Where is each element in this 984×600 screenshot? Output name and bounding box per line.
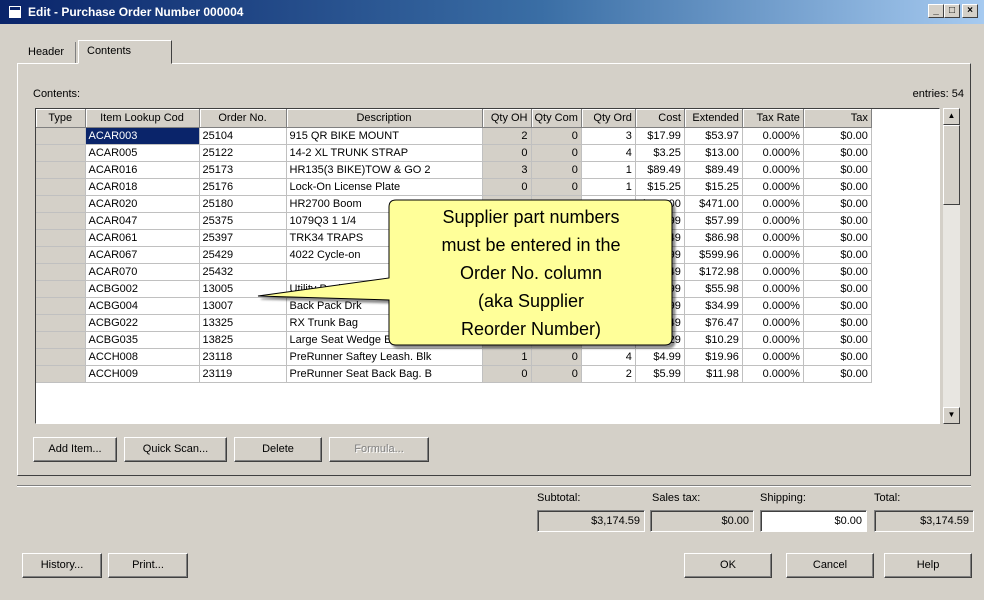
callout-line: must be entered in the bbox=[441, 235, 621, 255]
callout-line: (aka Supplier bbox=[477, 291, 585, 311]
callout-line: Supplier part numbers bbox=[442, 207, 620, 227]
tab-contents[interactable]: Contents bbox=[78, 40, 172, 64]
callout-text: Supplier part numbers must be entered in… bbox=[392, 203, 670, 343]
callout-line: Order No. column bbox=[459, 263, 603, 283]
callout-line: Reorder Number) bbox=[460, 319, 602, 339]
